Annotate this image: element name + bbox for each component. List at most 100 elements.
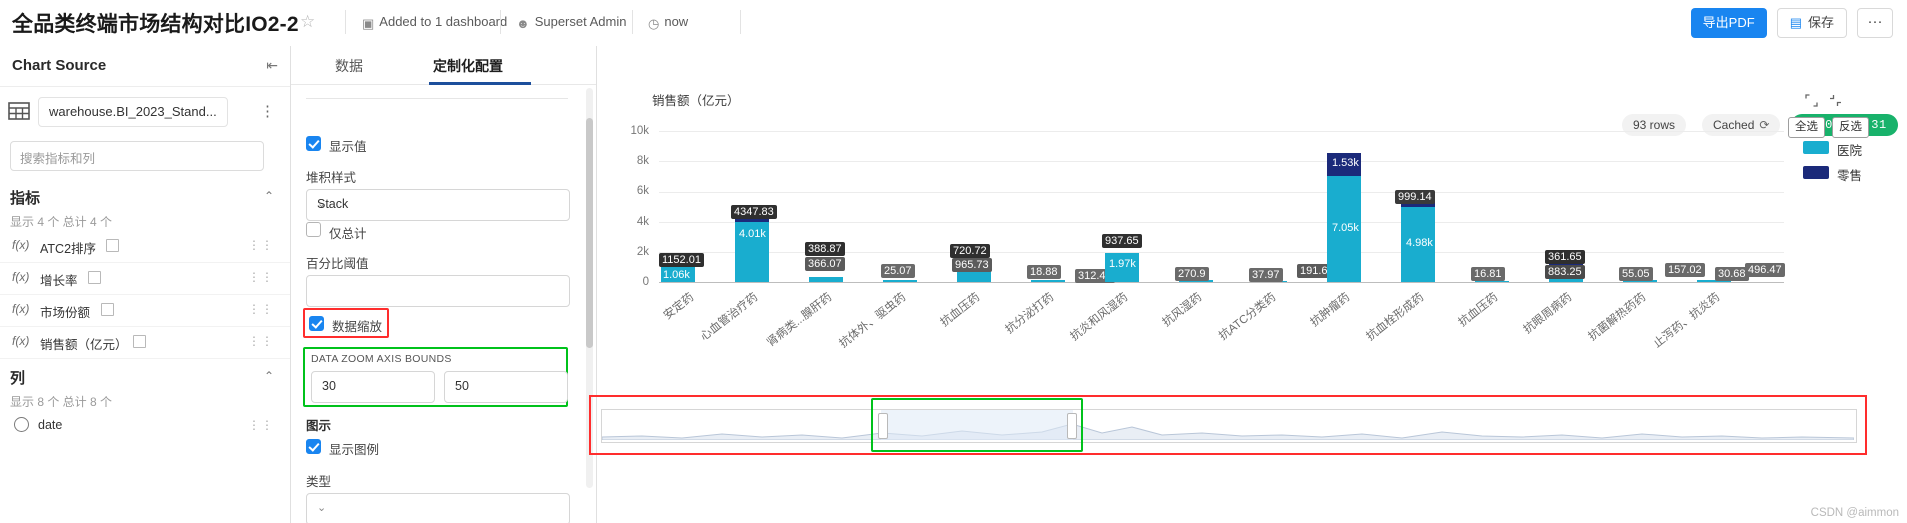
collapse-panel-icon[interactable]: ⇤: [266, 57, 278, 74]
last-modified: ◷ now: [648, 14, 689, 31]
owner-label: ☻ Superset Admin: [516, 14, 627, 31]
data-label-segment-9: 7.05k: [1332, 222, 1359, 234]
user-icon: ☻: [516, 16, 530, 31]
metric-item-growth[interactable]: f(x) 增长率 ⋮⋮: [0, 262, 290, 295]
data-label-total-12: 16.81: [1471, 267, 1505, 281]
chart-source-header: Chart Source ⇤: [0, 46, 290, 87]
data-label-total-16: 30.68: [1715, 267, 1749, 281]
data-zoom-slider[interactable]: [601, 409, 1857, 443]
x-label-8: 抗ATC分类药: [1217, 291, 1279, 343]
metric-label: 销售额（亿元）: [40, 338, 128, 352]
bar-hospital-2[interactable]: [809, 277, 843, 282]
search-input[interactable]: 搜索指标和列: [10, 141, 264, 171]
x-label-7: 抗风湿药: [1160, 291, 1205, 330]
show-legend-checkbox[interactable]: [306, 439, 321, 454]
bar-hospital-11[interactable]: [1475, 281, 1509, 282]
expand-icon[interactable]: [1805, 94, 1818, 107]
legend-type-select[interactable]: ⌄: [306, 493, 570, 523]
metric-item-atc2[interactable]: f(x) ATC2排序 ⋮⋮: [0, 230, 290, 263]
data-label-segment-4: 965.73: [952, 258, 992, 272]
x-label-11: 抗血压药: [1456, 291, 1501, 330]
tab-data[interactable]: 数据: [335, 56, 363, 76]
control-panel-scrollbar-thumb[interactable]: [586, 118, 593, 348]
dataset-more-icon[interactable]: ⋮: [260, 102, 276, 120]
dashboard-link[interactable]: ▣ Added to 1 dashboard: [362, 14, 507, 32]
data-zoom-handle-right[interactable]: [1067, 413, 1077, 439]
control-tabs: 数据 定制化配置: [291, 46, 596, 85]
metrics-section-header[interactable]: 指标 ⌃: [0, 184, 290, 214]
header-divider: [500, 10, 501, 34]
rows-badge: 93 rows: [1622, 114, 1687, 136]
search-placeholder: 搜索指标和列: [20, 152, 96, 166]
clock-icon: ◷: [648, 16, 660, 31]
column-item-date[interactable]: date ⋮⋮: [0, 410, 290, 442]
metric-type-tag: [101, 303, 114, 316]
fx-icon: f(x): [12, 334, 30, 348]
data-label-segment-9-top: 1.53k: [1332, 157, 1359, 169]
show-value-checkbox[interactable]: [306, 136, 321, 151]
header-actions: 导出PDF ▤ 保存 ···: [1690, 8, 1893, 38]
more-options-button[interactable]: ···: [1857, 8, 1893, 38]
drag-handle[interactable]: ⋮⋮: [248, 238, 274, 252]
metric-item-sales[interactable]: f(x) 销售额（亿元） ⋮⋮: [0, 326, 290, 359]
stack-style-select[interactable]: Stack ⌄: [306, 189, 570, 221]
data-label-total-2: 388.87: [805, 242, 845, 256]
drag-handle[interactable]: ⋮⋮: [248, 334, 274, 348]
data-zoom-handle-left[interactable]: [878, 413, 888, 439]
legend-type-label: 类型: [306, 475, 332, 489]
y-tick-4k: 4k: [636, 216, 649, 228]
data-label-total-0: 1152.01: [659, 253, 704, 267]
data-label-total-9: 37.97: [1249, 268, 1283, 282]
drag-handle[interactable]: ⋮⋮: [248, 302, 274, 316]
chevron-down-icon: ⌄: [317, 502, 327, 514]
chart-source-panel: Chart Source ⇤ warehouse.BI_2023_Stand..…: [0, 46, 291, 523]
star-icon[interactable]: ☆: [300, 12, 315, 32]
bar-hospital-5[interactable]: [1031, 280, 1065, 282]
save-icon: ▤: [1789, 15, 1802, 30]
page-title: 全品类终端市场结构对比IO2-2: [12, 13, 299, 36]
cached-badge[interactable]: Cached ⟳: [1702, 114, 1781, 136]
legend-swatch-hospital[interactable]: [1803, 141, 1829, 154]
data-label-segment-2: 366.07: [805, 257, 845, 271]
zoom-bounds-start-input[interactable]: 30: [311, 371, 435, 403]
data-label-segment-0: 1.06k: [663, 269, 690, 281]
legend-swatch-retail[interactable]: [1803, 166, 1829, 179]
drag-handle[interactable]: ⋮⋮: [248, 270, 274, 284]
invert-select-button[interactable]: 反选: [1832, 117, 1869, 138]
chart-panel: 93 rows Cached⟳ 00:00:00.31 销售额（亿元） 全选 反…: [589, 46, 1907, 523]
only-total-checkbox[interactable]: [306, 222, 321, 237]
section-divider: [306, 98, 568, 99]
collapse-icon[interactable]: [1829, 94, 1842, 107]
stack-style-label: 堆积样式: [306, 171, 357, 185]
tab-customize[interactable]: 定制化配置: [433, 56, 503, 76]
percent-threshold-input[interactable]: [306, 275, 570, 307]
save-button[interactable]: ▤ 保存: [1776, 8, 1847, 38]
gridline: [659, 222, 1784, 223]
export-pdf-button[interactable]: 导出PDF: [1690, 8, 1767, 38]
x-label-4: 抗血压药: [938, 291, 983, 330]
select-all-button[interactable]: 全选: [1788, 117, 1825, 138]
chevron-up-icon[interactable]: ⌃: [264, 369, 274, 383]
x-label-9: 抗肿瘤药: [1308, 291, 1353, 330]
zoom-bounds-end-input[interactable]: 50: [444, 371, 568, 403]
columns-section-header[interactable]: 列 ⌃: [0, 364, 290, 394]
bar-hospital-3[interactable]: [883, 280, 917, 282]
y-tick-0: 0: [642, 276, 649, 288]
dataset-name[interactable]: warehouse.BI_2023_Stand...: [38, 97, 228, 127]
metric-item-share[interactable]: f(x) 市场份额 ⋮⋮: [0, 294, 290, 327]
x-label-12: 抗眼周病药: [1521, 291, 1575, 337]
zoom-bounds-label: DATA ZOOM AXIS BOUNDS: [311, 353, 452, 365]
control-panel: 数据 定制化配置 显示值 堆积样式 Stack ⌄ 仅总计 百分比阈值 数据缩放…: [291, 46, 597, 523]
columns-subtitle: 显示 8 个 总计 8 个: [10, 395, 113, 409]
column-label: date: [38, 418, 63, 432]
legend-label-retail[interactable]: 零售: [1837, 165, 1862, 184]
data-zoom-checkbox[interactable]: [309, 316, 324, 331]
drag-handle[interactable]: ⋮⋮: [248, 418, 274, 432]
legend-label-hospital[interactable]: 医院: [1837, 140, 1862, 159]
chevron-up-icon[interactable]: ⌃: [264, 189, 274, 203]
data-label-total-8: 270.9: [1175, 267, 1209, 281]
zoom-range-highlight: [871, 398, 1083, 452]
dataset-row: warehouse.BI_2023_Stand... ⋮: [0, 90, 290, 134]
metric-label: 市场份额: [40, 306, 91, 320]
superset-explore-screen: 全品类终端市场结构对比IO2-2 ☆ ▣ Added to 1 dashboard…: [0, 0, 1907, 523]
